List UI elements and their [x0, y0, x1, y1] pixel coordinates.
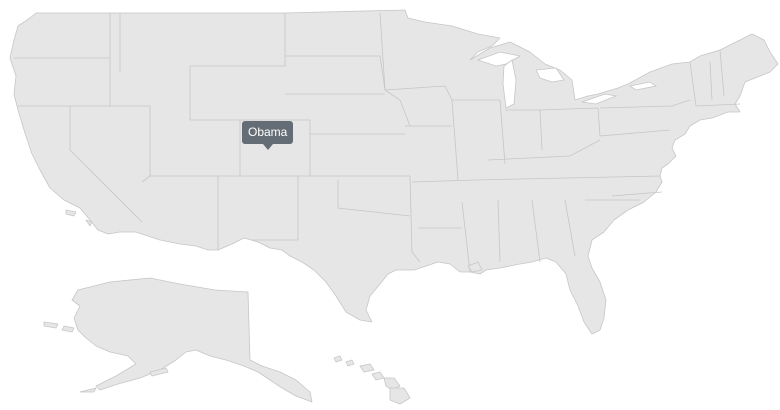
state-shape-hawaii[interactable]: [333, 355, 411, 405]
map-marker-tooltip: Obama: [242, 121, 294, 150]
us-states-map[interactable]: [0, 0, 780, 410]
tooltip-label: Obama: [248, 125, 288, 139]
state-shape-alaska[interactable]: [71, 277, 313, 403]
